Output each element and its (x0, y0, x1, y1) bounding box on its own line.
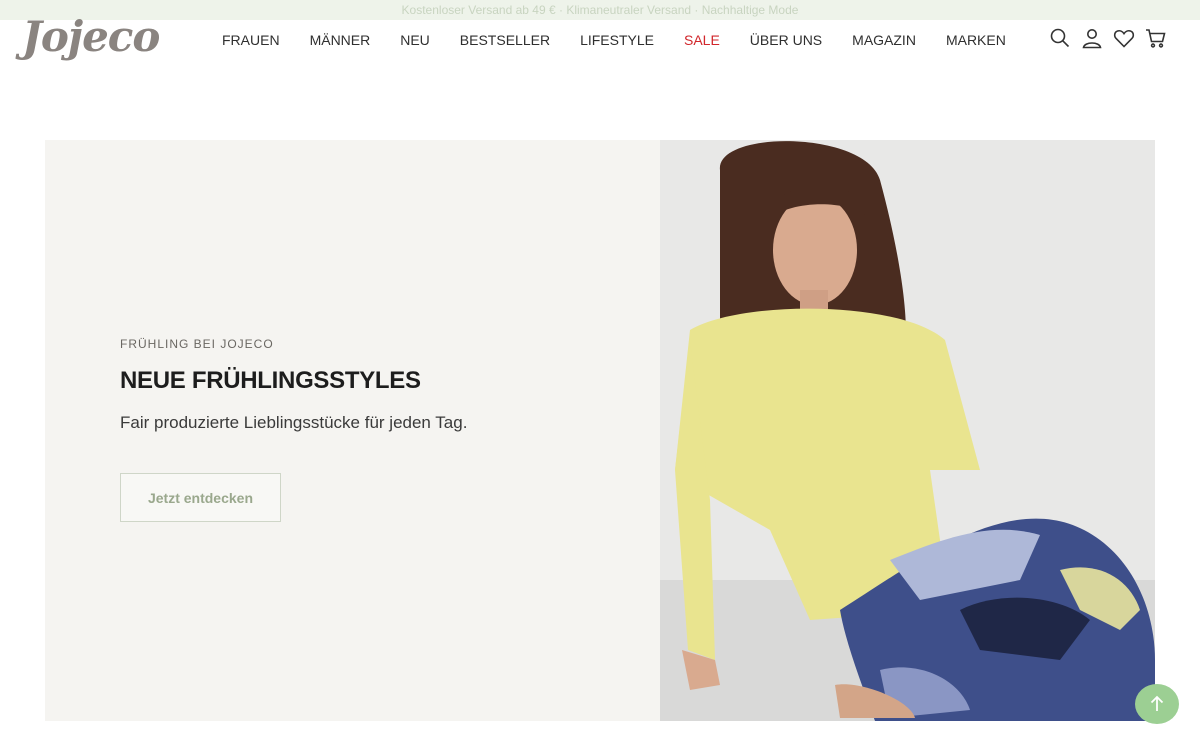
nav-item-frauen[interactable]: FRAUEN (222, 31, 280, 49)
arrow-up-icon (1150, 695, 1164, 711)
heart-icon[interactable] (1112, 26, 1136, 50)
site-header: Jojeco FRAUEN MÄNNER NEU BESTSELLER LIFE… (0, 0, 1200, 80)
hero-subline: Fair produzierte Lieblingsstücke für jed… (120, 413, 468, 432)
nav-item-marken[interactable]: MARKEN (946, 31, 1006, 49)
nav-item-ueber-uns[interactable]: ÜBER UNS (750, 31, 822, 49)
nav-item-bestseller[interactable]: BESTSELLER (460, 31, 550, 49)
main-nav: FRAUEN MÄNNER NEU BESTSELLER LIFESTYLE S… (222, 31, 1006, 49)
nav-item-magazin[interactable]: MAGAZIN (852, 31, 916, 49)
hero-eyebrow: FRÜHLING BEI JOJECO (120, 337, 274, 351)
nav-item-neu[interactable]: NEU (400, 31, 430, 49)
discover-button[interactable]: Jetzt entdecken (120, 473, 281, 522)
nav-item-lifestyle[interactable]: LIFESTYLE (580, 31, 654, 49)
back-to-top-button[interactable] (1135, 684, 1179, 724)
nav-item-maenner[interactable]: MÄNNER (310, 31, 371, 49)
user-icon[interactable] (1080, 26, 1104, 50)
search-icon[interactable] (1048, 26, 1072, 50)
nav-item-sale[interactable]: SALE (684, 31, 720, 49)
brand-logo[interactable]: Jojeco (22, 10, 160, 64)
cart-icon[interactable] (1144, 26, 1168, 50)
hero-banner: FRÜHLING BEI JOJECO NEUE FRÜHLINGSSTYLES… (45, 140, 1155, 721)
hero-text: FRÜHLING BEI JOJECO NEUE FRÜHLINGSSTYLES… (120, 336, 467, 434)
header-icons (1048, 26, 1168, 50)
hero-photo (660, 140, 1155, 721)
hero-headline: NEUE FRÜHLINGSSTYLES (120, 367, 421, 394)
